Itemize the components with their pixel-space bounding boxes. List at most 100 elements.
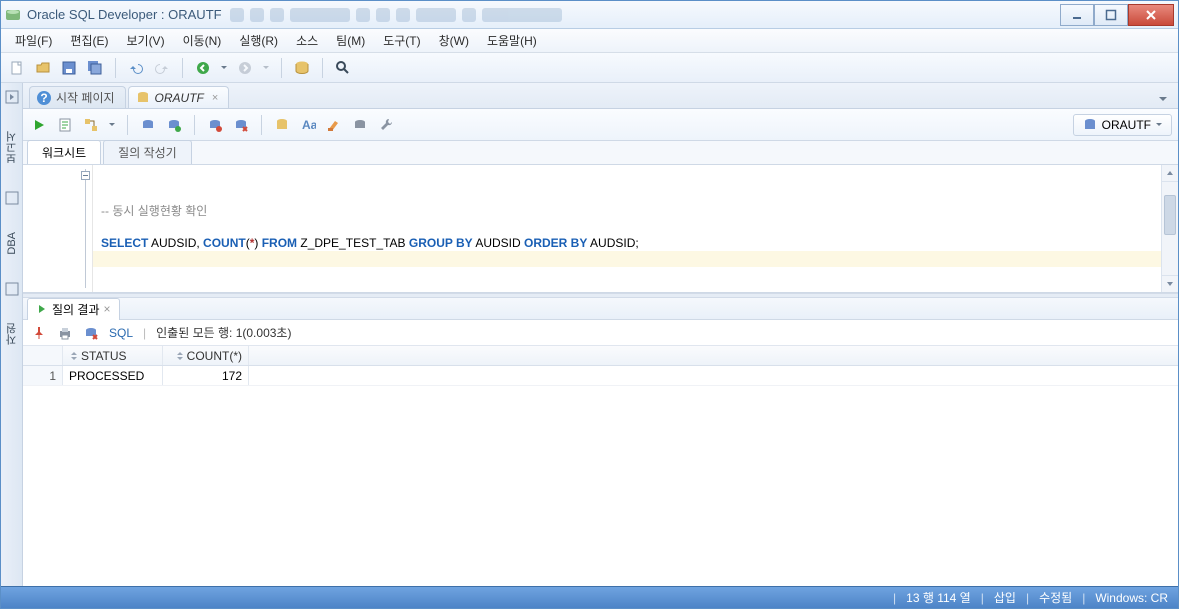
editor-scrollbar[interactable] (1161, 165, 1178, 292)
window-title: Oracle SQL Developer : ORAUTF (27, 7, 222, 22)
app-window: Oracle SQL Developer : ORAUTF 파일(F) 편집(E… (0, 0, 1179, 609)
grid-corner (23, 346, 63, 365)
tabs-dropdown-icon[interactable] (1154, 90, 1172, 108)
row-number: 1 (23, 366, 63, 385)
code-text: Z_DPE_TEST_TAB (297, 236, 409, 250)
print-icon[interactable] (57, 325, 73, 341)
column-header-status[interactable]: STATUS (63, 346, 163, 365)
dropdown-icon[interactable] (261, 58, 271, 78)
toolbar-separator (182, 58, 183, 78)
tab-start-page[interactable]: ? 시작 페이지 (29, 86, 126, 108)
toolbar-separator (115, 58, 116, 78)
connection-selector[interactable]: ORAUTF (1073, 114, 1172, 136)
side-report-tab[interactable]: 보고서 (4, 131, 20, 164)
open-icon[interactable] (33, 58, 53, 78)
nav-back-icon[interactable] (193, 58, 213, 78)
sql-link[interactable]: SQL (109, 326, 133, 340)
find-icon[interactable] (333, 58, 353, 78)
scroll-up-icon[interactable] (1162, 165, 1178, 182)
cancel-icon[interactable] (231, 115, 251, 135)
redo-icon[interactable] (152, 58, 172, 78)
minimize-button[interactable] (1060, 4, 1094, 26)
nav-fwd-icon[interactable] (235, 58, 255, 78)
run-script-icon[interactable] (55, 115, 75, 135)
menu-help[interactable]: 도움말(H) (479, 30, 545, 51)
side-cart-tab[interactable]: 자원 (4, 323, 20, 345)
table-row[interactable]: 1 PROCESSED 172 (23, 366, 1178, 386)
menu-tools[interactable]: 도구(T) (375, 30, 428, 51)
panel-collapse-icon[interactable] (4, 89, 20, 105)
close-tab-icon[interactable]: × (104, 302, 111, 316)
rollback-icon[interactable] (205, 115, 225, 135)
sql-editor[interactable]: -- 동시 실행현황 확인 SELECT AUDSID, COUNT(*) FR… (23, 165, 1178, 293)
scroll-down-icon[interactable] (1162, 275, 1178, 292)
side-dba-tab[interactable]: DBA (6, 232, 18, 255)
maximize-button[interactable] (1094, 4, 1128, 26)
status-cursor-pos: 13 행 114 열 (906, 589, 971, 606)
menu-team[interactable]: 팀(M) (328, 30, 373, 51)
menu-run[interactable]: 실행(R) (231, 30, 286, 51)
explain-plan-icon[interactable] (81, 115, 101, 135)
menu-file[interactable]: 파일(F) (7, 30, 60, 51)
cell-status[interactable]: PROCESSED (63, 366, 163, 385)
save-all-icon[interactable] (85, 58, 105, 78)
menu-source[interactable]: 소스 (288, 30, 326, 51)
code-text: AUDSID, (148, 236, 203, 250)
results-grid: STATUS COUNT(*) 1 PROCESSED 172 (23, 346, 1178, 586)
svg-text:Aa: Aa (302, 118, 316, 132)
menu-navigate[interactable]: 이동(N) (175, 30, 230, 51)
code-text: AUDSID; (587, 236, 638, 250)
dropdown-icon[interactable] (219, 58, 229, 78)
run-statement-icon[interactable] (29, 115, 49, 135)
tab-connection[interactable]: ORAUTF × (128, 86, 230, 108)
fold-node-icon[interactable] (81, 171, 90, 180)
toolbar-separator (127, 115, 128, 135)
clear-icon[interactable] (324, 115, 344, 135)
grid-body[interactable]: 1 PROCESSED 172 (23, 366, 1178, 586)
new-icon[interactable] (7, 58, 27, 78)
grid-header-row: STATUS COUNT(*) (23, 346, 1178, 366)
format-icon[interactable] (350, 115, 370, 135)
tab-label: 질의 결과 (52, 301, 100, 318)
undo-icon[interactable] (126, 58, 146, 78)
case-icon[interactable]: Aa (298, 115, 318, 135)
document-tabs: ? 시작 페이지 ORAUTF × (23, 83, 1178, 109)
panel-icon[interactable] (4, 281, 20, 297)
separator: | (143, 326, 146, 340)
commit-icon[interactable] (164, 115, 184, 135)
help-icon: ? (36, 90, 52, 106)
menu-edit[interactable]: 편집(E) (62, 30, 116, 51)
menu-view[interactable]: 보기(V) (118, 30, 172, 51)
toolbar-separator (194, 115, 195, 135)
panel-icon[interactable] (4, 190, 20, 206)
editor-code[interactable]: -- 동시 실행현황 확인 SELECT AUDSID, COUNT(*) FR… (93, 165, 1161, 292)
code-text: FROM (262, 236, 297, 250)
body: 보고서 DBA 자원 ? 시작 페이지 ORAUTF × (1, 83, 1178, 586)
pin-icon[interactable] (31, 325, 47, 341)
close-tab-icon[interactable]: × (212, 92, 218, 104)
tab-query-result[interactable]: 질의 결과 × (27, 298, 120, 320)
status-insert-mode: 삽입 (994, 589, 1016, 606)
save-icon[interactable] (59, 58, 79, 78)
main-toolbar (1, 53, 1178, 83)
wrench-icon[interactable] (376, 115, 396, 135)
sql-icon[interactable] (292, 58, 312, 78)
window-buttons (1060, 4, 1174, 26)
tab-query-builder[interactable]: 질의 작성기 (103, 140, 192, 164)
tab-label: 시작 페이지 (56, 89, 115, 106)
separator: | (1082, 591, 1085, 605)
autotrace-icon[interactable] (138, 115, 158, 135)
left-sidebar: 보고서 DBA 자원 (1, 83, 23, 586)
export-icon[interactable] (83, 325, 99, 341)
sql-history-icon[interactable] (272, 115, 292, 135)
editor-gutter (23, 165, 93, 292)
dropdown-icon[interactable] (107, 115, 117, 135)
scroll-thumb[interactable] (1164, 195, 1176, 235)
cell-count[interactable]: 172 (163, 366, 249, 385)
column-header-count[interactable]: COUNT(*) (163, 346, 249, 365)
menu-window[interactable]: 창(W) (431, 30, 477, 51)
status-modified: 수정됨 (1039, 589, 1072, 606)
column-label: STATUS (81, 349, 127, 363)
tab-worksheet[interactable]: 워크시트 (27, 140, 101, 164)
close-button[interactable] (1128, 4, 1174, 26)
